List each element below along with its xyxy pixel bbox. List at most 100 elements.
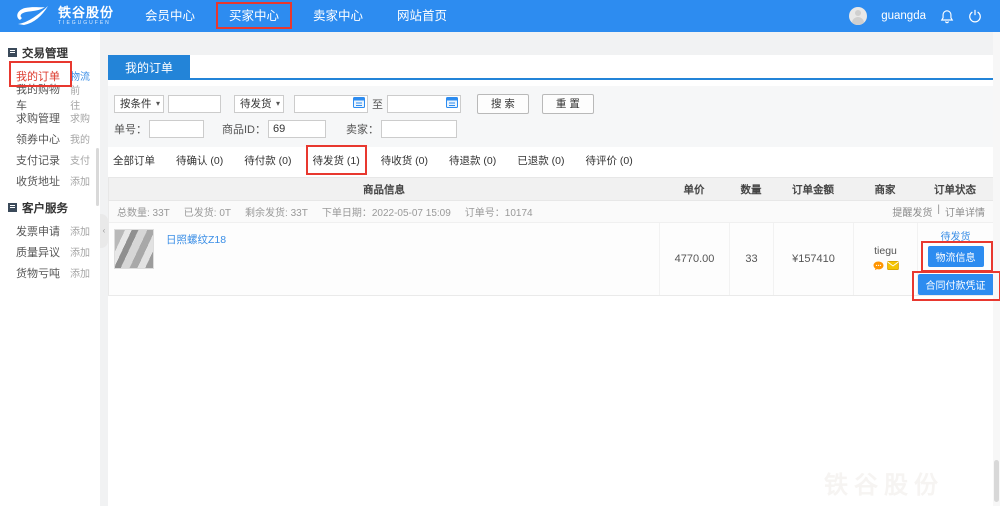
main-content: 我的订单 按条件 ▾ 待发货 ▾ 至	[108, 55, 994, 506]
order-block: 总数量: 33T 已发货: 0T 剩余发货: 33T 下单日期：2022-05-…	[108, 201, 994, 296]
logo-icon	[12, 3, 52, 30]
sidebar-section-trade: 交易管理	[0, 44, 100, 61]
status-tab-pending-payment[interactable]: 待付款 (0)	[244, 153, 291, 168]
page-tabstrip: 我的订单	[108, 55, 994, 80]
sidebar-item-coupon-center[interactable]: 领券中心 我的	[0, 128, 100, 149]
status-tab-all[interactable]: 全部订单	[113, 153, 155, 168]
bell-icon[interactable]	[940, 9, 954, 24]
status-tab-pending-review[interactable]: 待评价 (0)	[586, 153, 633, 168]
power-icon[interactable]	[968, 9, 982, 23]
header-user-area: guangda	[849, 7, 1000, 25]
total-quantity: 总数量: 33T	[117, 204, 170, 219]
sidebar-extra-add-quality[interactable]: 添加	[70, 244, 90, 259]
chevron-down-icon: ▾	[276, 99, 280, 108]
remaining-quantity: 剩余发货: 33T	[245, 204, 308, 219]
top-header: 铁谷股份 TIEGUGUFEN 会员中心 买家中心 卖家中心 网站首页 guan…	[0, 0, 1000, 32]
chevron-down-icon: ▾	[156, 99, 160, 108]
sidebar-extra-purchase[interactable]: 求购	[70, 110, 90, 125]
sidebar-item-quality-objection[interactable]: 质量异议 添加	[0, 241, 100, 262]
pending-shipment-status-link[interactable]: 待发货	[941, 228, 971, 243]
nav-seller-center[interactable]: 卖家中心	[296, 0, 380, 32]
seller-name[interactable]: tiegu	[874, 245, 897, 257]
logistics-info-button[interactable]: 物流信息	[928, 246, 984, 267]
order-detail-link[interactable]: 订单详情	[945, 204, 985, 219]
sidebar-section-customer-service: 客户服务	[0, 199, 100, 216]
keyword-input[interactable]	[168, 95, 221, 113]
status-select[interactable]: 待发货 ▾	[234, 95, 284, 113]
status-tab-pending-shipment[interactable]: 待发货 (1)	[313, 153, 360, 168]
col-quantity: 数量	[729, 178, 773, 200]
sidebar-item-purchase-mgmt[interactable]: 求购管理 求购	[0, 107, 100, 128]
brand-logo[interactable]: 铁谷股份 TIEGUGUFEN	[0, 3, 128, 30]
section-icon	[8, 48, 17, 57]
order-no-label: 单号：	[114, 121, 147, 137]
nav-member-center[interactable]: 会员中心	[128, 0, 212, 32]
col-order-status: 订单状态	[917, 178, 993, 200]
watermark-text: 铁谷股份	[824, 465, 944, 500]
section-icon	[8, 203, 17, 212]
col-seller: 商家	[853, 178, 917, 200]
table-header: 商品信息 单价 数量 订单金额 商家 订单状态	[108, 177, 994, 201]
date-to-input[interactable]	[387, 95, 461, 113]
main-nav: 会员中心 买家中心 卖家中心 网站首页	[128, 0, 464, 32]
sidebar-item-invoice-request[interactable]: 发票申请 添加	[0, 220, 100, 241]
shipped-quantity: 已发货: 0T	[184, 204, 231, 219]
condition-select[interactable]: 按条件 ▾	[114, 95, 164, 113]
date-from-input[interactable]	[294, 95, 368, 113]
tab-my-orders[interactable]: 我的订单	[108, 55, 190, 80]
product-cell: 日照螺纹Z18	[109, 223, 659, 295]
sidebar-collapse-handle[interactable]: ‹	[100, 214, 108, 248]
col-product-info: 商品信息	[109, 178, 659, 200]
chat-bubble-icon[interactable]	[873, 261, 884, 274]
sidebar-scrollbar-thumb[interactable]	[96, 148, 99, 206]
page-scrollbar-thumb[interactable]	[994, 460, 999, 502]
username: guangda	[881, 10, 926, 22]
sidebar-extra-goto[interactable]: 前往	[70, 82, 90, 112]
amount-cell: ¥157410	[773, 223, 853, 295]
calendar-icon[interactable]	[353, 96, 365, 111]
sidebar: 交易管理 我的订单 物流 我的购物车 前往 求购管理 求购 领券中心 我的 支付…	[0, 32, 100, 506]
app-window: 铁谷股份 TIEGUGUFEN 会员中心 买家中心 卖家中心 网站首页 guan…	[0, 0, 1000, 506]
contract-payment-voucher-button[interactable]: 合同付款凭证	[918, 274, 994, 295]
sidebar-extra-add-shortage[interactable]: 添加	[70, 265, 90, 280]
order-status-cell: 待发货 物流信息 合同付款凭证	[917, 223, 993, 295]
nav-site-home[interactable]: 网站首页	[380, 0, 464, 32]
page-scrollbar[interactable]	[993, 32, 1000, 506]
unit-price-cell: 4770.00	[659, 223, 729, 295]
filter-panel: 按条件 ▾ 待发货 ▾ 至	[108, 86, 994, 147]
seller-cell: tiegu	[853, 223, 917, 295]
reset-button[interactable]: 重 置	[542, 94, 594, 114]
sidebar-item-shipping-address[interactable]: 收货地址 添加	[0, 170, 100, 191]
status-tab-pending-confirm[interactable]: 待确认 (0)	[176, 153, 223, 168]
product-id-label: 商品ID：	[222, 121, 266, 137]
order-status-tabs: 全部订单 待确认 (0) 待付款 (0) 待发货 (1) 待收货 (0) 待退款…	[108, 147, 994, 173]
user-avatar[interactable]	[849, 7, 867, 25]
envelope-icon[interactable]	[887, 261, 899, 273]
remind-shipment-link[interactable]: 提醒发货	[892, 204, 932, 219]
quantity-cell: 33	[729, 223, 773, 295]
sidebar-extra-mine[interactable]: 我的	[70, 131, 90, 146]
sidebar-item-cart[interactable]: 我的购物车 前往	[0, 86, 100, 107]
calendar-icon[interactable]	[446, 96, 458, 111]
status-tab-pending-refund[interactable]: 待退款 (0)	[449, 153, 496, 168]
status-tab-pending-receipt[interactable]: 待收货 (0)	[381, 153, 428, 168]
table-row: 日照螺纹Z18 4770.00 33 ¥157410 tiegu	[109, 223, 993, 295]
nav-buyer-center[interactable]: 买家中心	[212, 0, 296, 32]
sidebar-extra-pay[interactable]: 支付	[70, 152, 90, 167]
orders-table: 商品信息 单价 数量 订单金额 商家 订单状态 总数量: 33T 已发货: 0T…	[108, 177, 994, 296]
seller-input[interactable]	[381, 120, 457, 138]
product-id-input[interactable]	[268, 120, 326, 138]
sidebar-extra-add-address[interactable]: 添加	[70, 173, 90, 188]
seller-label: 卖家：	[346, 121, 379, 137]
brand-subtitle: TIEGUGUFEN	[58, 21, 114, 26]
search-button[interactable]: 搜 索	[477, 94, 529, 114]
status-tab-refunded[interactable]: 已退款 (0)	[517, 153, 564, 168]
sidebar-item-cargo-shortage[interactable]: 货物亏吨 添加	[0, 262, 100, 283]
brand-name: 铁谷股份	[58, 6, 114, 19]
sidebar-extra-add-invoice[interactable]: 添加	[70, 223, 90, 238]
sidebar-item-payment-records[interactable]: 支付记录 支付	[0, 149, 100, 170]
product-name-link[interactable]: 日照螺纹Z18	[166, 232, 226, 247]
order-date: 下单日期：2022-05-07 15:09	[322, 204, 451, 219]
product-thumbnail[interactable]	[114, 229, 154, 269]
order-no-input[interactable]	[149, 120, 204, 138]
